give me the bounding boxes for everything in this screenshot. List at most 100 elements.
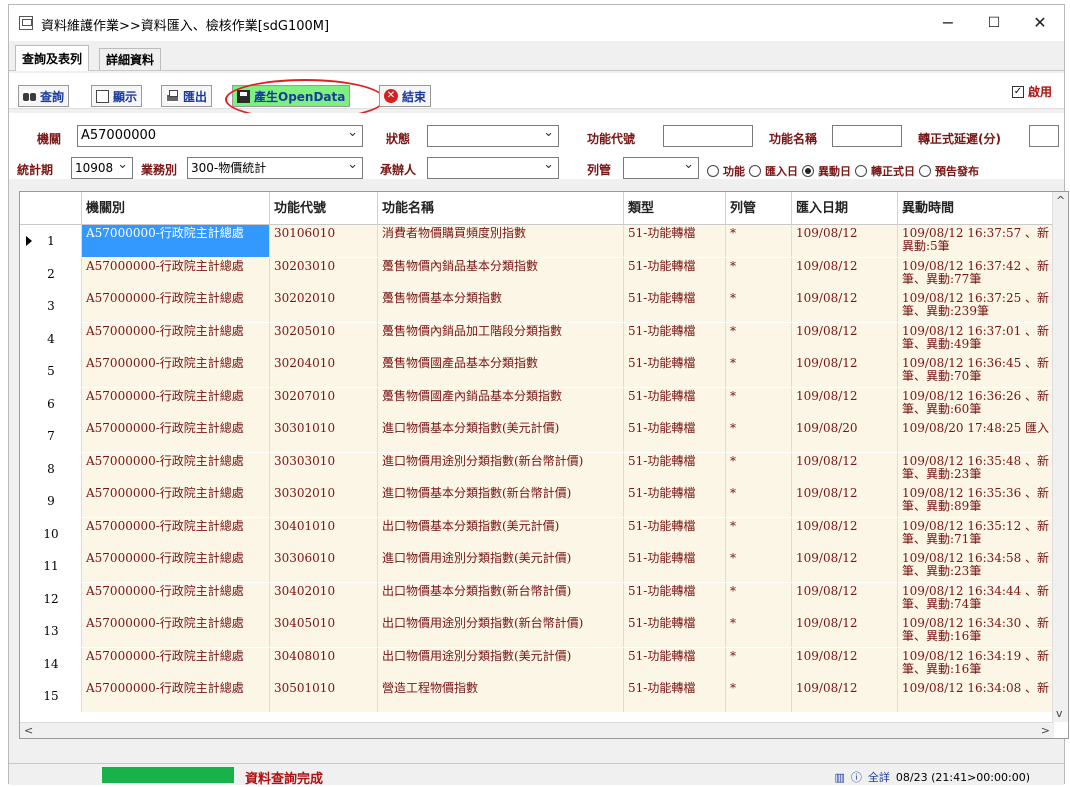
cell-import-date[interactable]: 109/08/12: [792, 517, 898, 550]
table-row[interactable]: 12 A57000000-行政院主計總處 30402010 出口物價基本分類指數(新台…: [20, 582, 1054, 615]
delay-input[interactable]: [1029, 125, 1059, 147]
cell-type[interactable]: 51-功能轉檔: [624, 452, 726, 485]
cell-import-date[interactable]: 109/08/12: [792, 550, 898, 582]
cell-func-code[interactable]: 30202010: [270, 290, 378, 322]
cell-import-date[interactable]: 109/08/12: [792, 257, 898, 290]
cell-func-name[interactable]: 躉售物價國產內銷品基本分類指數: [378, 387, 624, 420]
cell-func-name[interactable]: 躉售物價基本分類指數: [378, 290, 624, 322]
cell-listed[interactable]: *: [726, 290, 792, 322]
cell-func-code[interactable]: 30405010: [270, 615, 378, 647]
cell-agency[interactable]: A57000000-行政院主計總處: [82, 387, 270, 420]
cell-modify-time[interactable]: 109/08/12 16:34:19 、新筆、異動:16筆: [898, 647, 1054, 680]
cell-func-name[interactable]: 進口物價基本分類指數(美元計價): [378, 420, 624, 452]
end-button[interactable]: ✕ 結束: [379, 85, 432, 107]
cell-type[interactable]: 51-功能轉檔: [624, 517, 726, 550]
cell-modify-time[interactable]: 109/08/12 16:35:36 、新筆、異動:89筆: [898, 485, 1054, 517]
cell-listed[interactable]: *: [726, 582, 792, 615]
cell-func-name[interactable]: 躉售物價國產品基本分類指數: [378, 355, 624, 387]
cell-agency[interactable]: A57000000-行政院主計總處: [82, 452, 270, 485]
cell-listed[interactable]: *: [726, 355, 792, 387]
radio-import-date[interactable]: [749, 165, 761, 177]
header-import-date[interactable]: 匯入日期: [792, 192, 898, 225]
cell-type[interactable]: 51-功能轉檔: [624, 647, 726, 680]
header-type[interactable]: 類型: [624, 192, 726, 225]
scroll-up-icon[interactable]: ^: [1056, 194, 1065, 207]
cell-import-date[interactable]: 109/08/12: [792, 387, 898, 420]
listed-select[interactable]: [623, 155, 699, 179]
radio-modify-date[interactable]: [802, 165, 814, 177]
cell-agency[interactable]: A57000000-行政院主計總處: [82, 680, 270, 712]
cell-modify-time[interactable]: 109/08/12 16:35:12 、新筆、異動:71筆: [898, 517, 1054, 550]
table-row[interactable]: 2 A57000000-行政院主計總處 30203010 躉售物價內銷品基本分類指數 5…: [20, 257, 1054, 290]
cell-rownum[interactable]: 10: [20, 517, 82, 550]
cell-agency[interactable]: A57000000-行政院主計總處: [82, 420, 270, 452]
table-row[interactable]: 9 A57000000-行政院主計總處 30302010 進口物價基本分類指數(新台幣…: [20, 485, 1054, 517]
cell-import-date[interactable]: 109/08/12: [792, 322, 898, 355]
cell-func-name[interactable]: 進口物價基本分類指數(新台幣計價): [378, 485, 624, 517]
cell-func-code[interactable]: 30402010: [270, 582, 378, 615]
cell-rownum[interactable]: 3: [20, 290, 82, 322]
table-row[interactable]: 15 A57000000-行政院主計總處 30501010 營造工程物價指數 51-功能…: [20, 680, 1054, 712]
cell-modify-time[interactable]: 109/08/12 16:37:25 、新筆、異動:239筆: [898, 290, 1054, 322]
cell-type[interactable]: 51-功能轉檔: [624, 355, 726, 387]
table-row[interactable]: 1 A57000000-行政院主計總處 30106010 消費者物價購買頻度別指數 51…: [20, 225, 1054, 257]
table-row[interactable]: 10 A57000000-行政院主計總處 30401010 出口物價基本分類指數(美元…: [20, 517, 1054, 550]
cell-listed[interactable]: *: [726, 257, 792, 290]
table-row[interactable]: 5 A57000000-行政院主計總處 30204010 躉售物價國產品基本分類指數 5…: [20, 355, 1054, 387]
cell-rownum[interactable]: 5: [20, 355, 82, 387]
header-agency[interactable]: 機關別: [82, 192, 270, 225]
cell-func-name[interactable]: 躉售物價內銷品基本分類指數: [378, 257, 624, 290]
scroll-left-icon[interactable]: <: [24, 724, 33, 737]
cell-func-code[interactable]: 30207010: [270, 387, 378, 420]
cell-listed[interactable]: *: [726, 680, 792, 712]
export-button[interactable]: 匯出: [161, 85, 213, 107]
radio-pre-release[interactable]: [919, 165, 931, 177]
cell-listed[interactable]: *: [726, 452, 792, 485]
cell-import-date[interactable]: 109/08/12: [792, 680, 898, 712]
cell-listed[interactable]: *: [726, 615, 792, 647]
cell-agency[interactable]: A57000000-行政院主計總處: [82, 615, 270, 647]
business-select[interactable]: 300-物價統計: [187, 155, 363, 179]
cell-func-name[interactable]: 出口物價基本分類指數(新台幣計價): [378, 582, 624, 615]
detail-label[interactable]: 全詳: [868, 769, 890, 785]
cell-func-code[interactable]: 30303010: [270, 452, 378, 485]
cell-listed[interactable]: *: [726, 517, 792, 550]
cell-func-name[interactable]: 進口物價用途別分類指數(美元計價): [378, 550, 624, 582]
radio-formal-date[interactable]: [855, 165, 867, 177]
cell-agency[interactable]: A57000000-行政院主計總處: [82, 550, 270, 582]
cell-func-name[interactable]: 出口物價基本分類指數(美元計價): [378, 517, 624, 550]
cell-modify-time[interactable]: 109/08/12 16:36:26 、新筆、異動:60筆: [898, 387, 1054, 420]
func-name-input[interactable]: [832, 125, 902, 147]
cell-modify-time[interactable]: 109/08/12 16:34:44 、新筆、異動:74筆: [898, 582, 1054, 615]
cell-type[interactable]: 51-功能轉檔: [624, 420, 726, 452]
enable-checkbox[interactable]: ✓ 啟用: [1011, 83, 1052, 100]
cell-func-code[interactable]: 30501010: [270, 680, 378, 712]
cell-listed[interactable]: *: [726, 550, 792, 582]
cell-modify-time[interactable]: 109/08/12 16:34:58 、新筆、異動:23筆: [898, 550, 1054, 582]
cell-func-name[interactable]: 出口物價用途別分類指數(美元計價): [378, 647, 624, 680]
cell-rownum[interactable]: 11: [20, 550, 82, 582]
cell-modify-time[interactable]: 109/08/12 16:34:08 、新: [898, 680, 1054, 712]
cell-rownum[interactable]: 15: [20, 680, 82, 712]
cell-func-code[interactable]: 30408010: [270, 647, 378, 680]
cell-agency[interactable]: A57000000-行政院主計總處: [82, 582, 270, 615]
radio-function[interactable]: [707, 165, 719, 177]
header-modify-time[interactable]: 異動時間: [898, 192, 1054, 225]
cell-func-code[interactable]: 30106010: [270, 225, 378, 257]
cell-func-name[interactable]: 進口物價用途別分類指數(新台幣計價): [378, 452, 624, 485]
header-func-code[interactable]: 功能代號: [270, 192, 378, 225]
period-select[interactable]: 10908: [71, 155, 133, 179]
func-code-input[interactable]: [663, 125, 753, 147]
cell-func-code[interactable]: 30302010: [270, 485, 378, 517]
cell-agency[interactable]: A57000000-行政院主計總處: [82, 517, 270, 550]
vertical-scrollbar[interactable]: ^ v: [1052, 192, 1068, 722]
cell-import-date[interactable]: 109/08/12: [792, 452, 898, 485]
cell-func-code[interactable]: 30301010: [270, 420, 378, 452]
cell-type[interactable]: 51-功能轉檔: [624, 225, 726, 257]
horizontal-scrollbar[interactable]: < >: [20, 722, 1054, 738]
query-button[interactable]: 查詢: [18, 85, 70, 107]
cell-type[interactable]: 51-功能轉檔: [624, 680, 726, 712]
cell-func-code[interactable]: 30203010: [270, 257, 378, 290]
cell-type[interactable]: 51-功能轉檔: [624, 615, 726, 647]
table-row[interactable]: 6 A57000000-行政院主計總處 30207010 躉售物價國產內銷品基本分類指…: [20, 387, 1054, 420]
